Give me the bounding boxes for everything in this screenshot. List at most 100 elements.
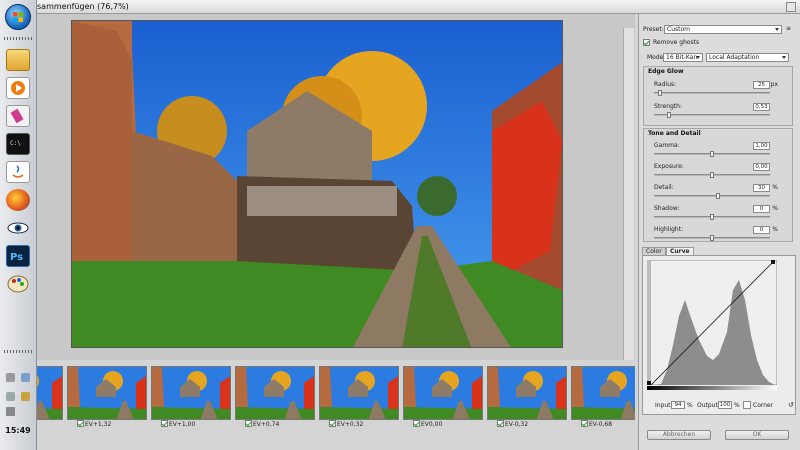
preview-area: % [37,14,635,373]
exposure-label-row: EV0,00 [413,420,442,429]
palette-icon[interactable] [6,273,30,295]
gamma-slider-knob[interactable] [710,151,714,157]
bit-depth-dropdown[interactable]: 16 Bit-Kan [663,53,703,62]
reset-curve-icon[interactable]: ↺ [788,401,794,409]
include-exposure-checkbox[interactable] [581,420,588,427]
shadow-slider[interactable] [654,214,770,220]
tray-flag-icon[interactable] [6,392,15,401]
exposure-thumbnail[interactable] [37,366,63,420]
clock[interactable]: 15:49 [3,426,33,435]
exposure-value: EV+0,32 [337,421,364,428]
ok-button[interactable]: OK [725,430,789,440]
radius-slider[interactable] [654,90,770,96]
strength-slider-knob[interactable] [667,112,672,118]
bit-depth-value: 16 Bit-Kan [666,54,698,61]
photoshop-icon[interactable]: Ps [6,245,30,267]
exposure-slider[interactable] [654,172,770,178]
cancel-button[interactable]: Abbrechen [647,430,711,440]
tone-detail-group: Tone and Detail Gamma: 1,00 Exposure: 0,… [643,128,793,242]
media-player-icon[interactable] [6,77,30,99]
detail-input[interactable]: 30 [753,184,770,192]
highlight-slider-knob[interactable] [710,235,714,241]
exposure-value: EV-0,68 [589,421,613,428]
exposure-thumbnail[interactable] [487,366,567,420]
eye-icon[interactable] [6,217,30,239]
exposure-value: EV0,00 [421,421,443,428]
exposure-slider-knob[interactable] [710,172,714,178]
detail-label: Detail: [654,184,674,191]
detail-slider-knob[interactable] [715,193,720,199]
terminal-icon[interactable]: C:\ [6,133,30,155]
taskbar: C:\ Ps 15:49 [0,0,37,450]
tone-curve-graph[interactable] [647,260,777,385]
gamma-slider[interactable] [654,151,770,157]
corner-label: Corner [753,402,774,409]
include-exposure-checkbox[interactable] [497,420,504,427]
java-icon[interactable] [6,161,30,183]
highlight-row: Highlight: 0 % [644,226,792,246]
method-dropdown[interactable]: Local Adaptation [706,53,789,62]
speaker-icon[interactable] [6,407,15,416]
detail-unit: % [772,184,778,191]
windows-start-icon[interactable] [5,4,31,30]
include-exposure-checkbox[interactable] [245,420,252,427]
include-exposure-checkbox[interactable] [77,420,84,427]
remove-ghosts-checkbox[interactable] [643,39,650,46]
exposure-value: EV+1,00 [169,421,196,428]
strength-slider[interactable] [654,112,770,118]
include-exposure-checkbox[interactable] [413,420,420,427]
curve-point[interactable] [771,260,775,264]
tray-device-icon[interactable] [21,373,30,382]
svg-text:Ps: Ps [10,252,23,263]
tone-detail-title: Tone and Detail [648,130,701,137]
exposure-value: EV+1,32 [85,421,112,428]
exposure-thumbnail[interactable] [403,366,483,420]
gamma-input[interactable]: 1,00 [753,142,770,150]
preset-dropdown[interactable]: Custom [664,25,782,34]
exposure-thumbnail[interactable] [151,366,231,420]
edge-glow-group: Edge Glow Radius: 25 px Strength: 0,53 [643,66,793,126]
curve-input-field[interactable]: 94 [671,401,685,409]
curve-editor: Input: 94 % Output: 100 % Corner ↺ [642,255,796,415]
curve-point-start[interactable] [647,381,651,385]
close-icon[interactable] [786,2,796,12]
exposure-label: Exposure: [654,163,684,170]
exposure-thumbnail[interactable] [319,366,399,420]
taskbar-grip[interactable] [4,37,33,40]
shadow-input[interactable]: 0 [753,205,770,213]
svg-text:C:\: C:\ [10,140,21,147]
exposure-filmstrip: EV+1,32 EV+1,00 EV+0,74 EV+0,32 EV0,00 EV-0,3… [37,360,635,450]
tray-network-icon[interactable] [6,373,15,382]
corner-checkbox[interactable] [743,401,751,409]
exposure-thumbnail[interactable] [67,366,147,420]
vertical-scrollbar[interactable] [623,28,634,360]
detail-slider[interactable] [654,193,770,199]
title-bar[interactable]: sammenfügen (76,7%) [37,0,800,14]
include-exposure-checkbox[interactable] [161,420,168,427]
curve-output-field[interactable]: 100 [718,401,732,409]
include-exposure-checkbox[interactable] [329,420,336,427]
highlight-slider[interactable] [654,235,770,241]
taskbar-grip-bottom[interactable] [4,350,33,353]
tray-battery-icon[interactable] [21,392,30,401]
exposure-label-row: EV+0,74 [245,420,279,429]
curve-output-label: Output: [697,402,720,409]
hdr-preview-image [71,20,563,348]
exposure-input[interactable]: 0,00 [753,163,770,171]
exposure-label-row: EV-0,32 [497,420,528,429]
exposure-row: Exposure: 0,00 [644,163,792,183]
folder-icon[interactable] [6,49,30,71]
radius-input[interactable]: 25 [753,81,770,89]
shadow-slider-knob[interactable] [710,214,714,220]
firefox-icon[interactable] [6,189,30,211]
exposure-thumbnail[interactable] [571,366,635,420]
curve-input-unit: % [687,402,693,409]
shadow-label: Shadow: [654,205,680,212]
radius-slider-knob[interactable] [657,90,662,96]
highlight-label: Highlight: [654,226,684,233]
paint-icon[interactable] [6,105,30,127]
preset-menu-icon[interactable]: ≡ [786,25,791,32]
strength-input[interactable]: 0,53 [753,103,770,111]
highlight-input[interactable]: 0 [753,226,770,234]
exposure-thumbnail[interactable] [235,366,315,420]
